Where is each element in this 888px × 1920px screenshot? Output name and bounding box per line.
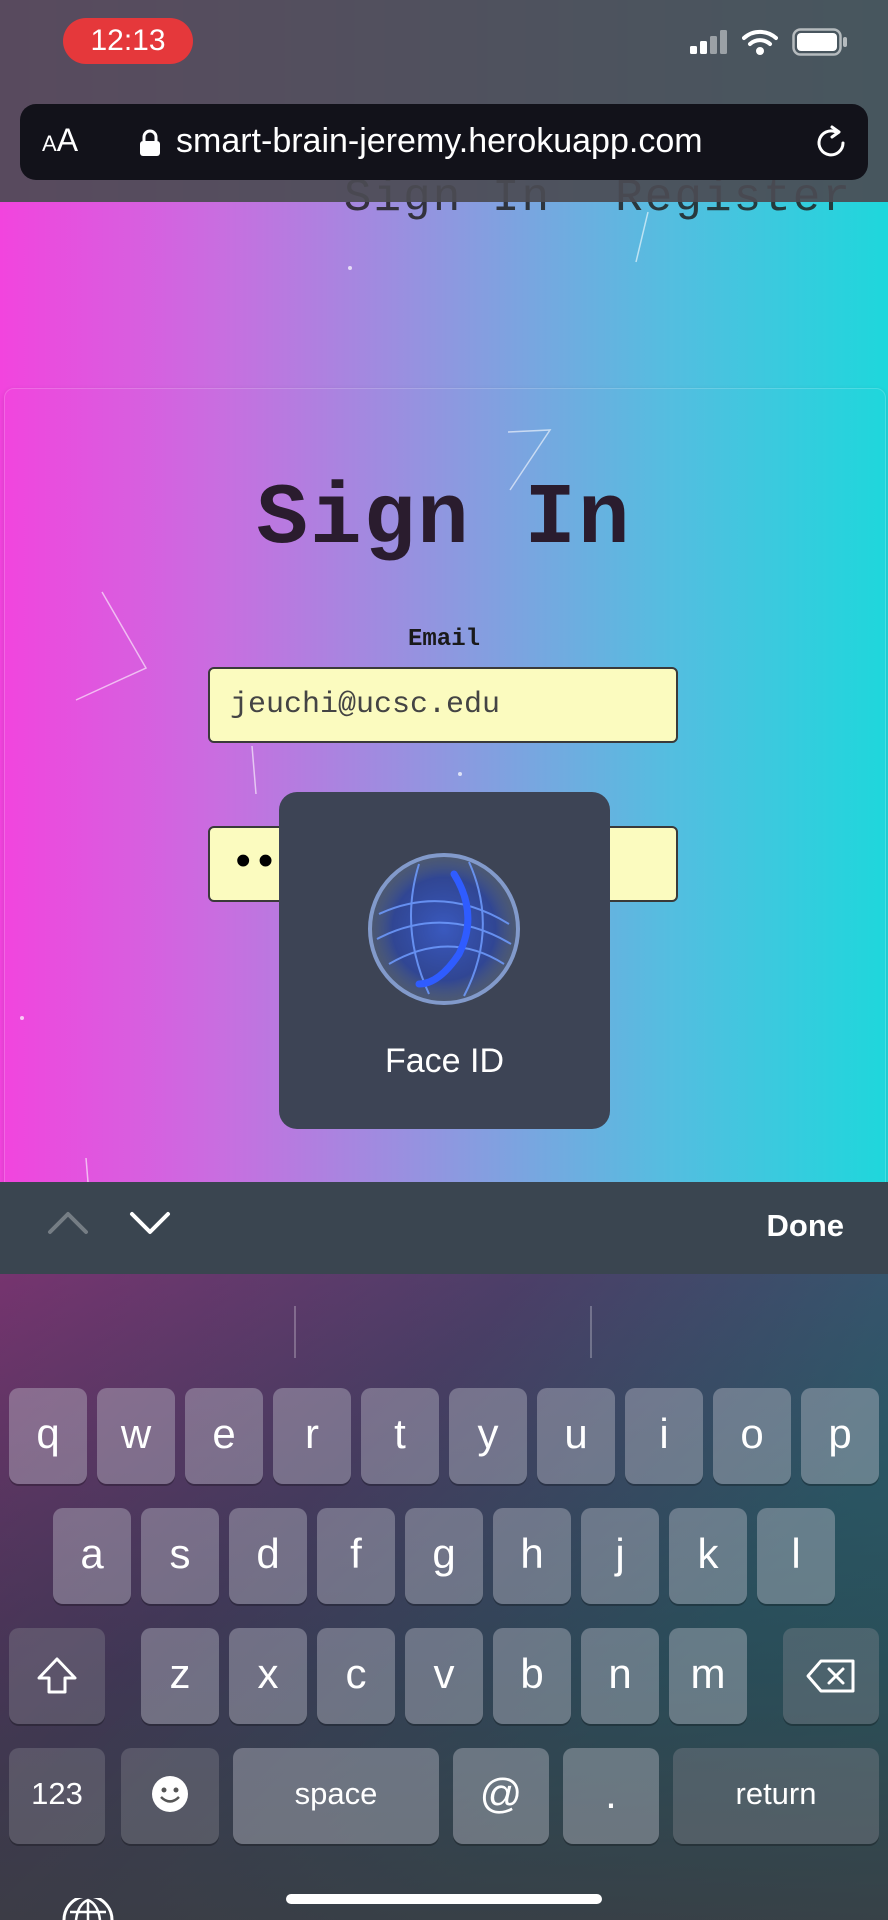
done-button[interactable]: Done bbox=[767, 1208, 845, 1244]
key-f[interactable]: f bbox=[317, 1508, 395, 1604]
key-g[interactable]: g bbox=[405, 1508, 483, 1604]
backspace-icon bbox=[806, 1659, 855, 1693]
key-j[interactable]: j bbox=[581, 1508, 659, 1604]
status-icons bbox=[690, 28, 848, 56]
return-key[interactable]: return bbox=[673, 1748, 879, 1844]
key-p[interactable]: p bbox=[801, 1388, 879, 1484]
shift-icon bbox=[37, 1657, 77, 1694]
chevron-down-icon[interactable] bbox=[126, 1204, 174, 1240]
key-r[interactable]: r bbox=[273, 1388, 351, 1484]
url-text[interactable]: smart-brain-jeremy.herokuapp.com bbox=[176, 122, 703, 161]
key-u[interactable]: u bbox=[537, 1388, 615, 1484]
cellular-signal-icon bbox=[690, 30, 727, 54]
page-title: Sign In bbox=[256, 470, 632, 568]
emoji-key[interactable] bbox=[121, 1748, 219, 1844]
delete-key[interactable] bbox=[783, 1628, 879, 1724]
globe-icon[interactable] bbox=[60, 1898, 116, 1920]
numbers-key[interactable]: 123 bbox=[9, 1748, 105, 1844]
shift-key[interactable] bbox=[9, 1628, 105, 1724]
key-y[interactable]: y bbox=[449, 1388, 527, 1484]
key-w[interactable]: w bbox=[97, 1388, 175, 1484]
email-field[interactable]: jeuchi@ucsc.edu bbox=[208, 667, 678, 743]
faceid-overlay: Face ID bbox=[279, 792, 610, 1129]
key-h[interactable]: h bbox=[493, 1508, 571, 1604]
battery-icon bbox=[792, 28, 847, 56]
address-bar[interactable]: AA smart-brain-jeremy.herokuapp.com bbox=[20, 104, 868, 180]
key-c[interactable]: c bbox=[317, 1628, 395, 1724]
key-n[interactable]: n bbox=[581, 1628, 659, 1724]
key-t[interactable]: t bbox=[361, 1388, 439, 1484]
key-b[interactable]: b bbox=[493, 1628, 571, 1724]
key-d[interactable]: d bbox=[229, 1508, 307, 1604]
keyboard: q w e r t y u i o p a s d f g h j k l z … bbox=[0, 1274, 888, 1920]
dot-key[interactable]: . bbox=[563, 1748, 659, 1844]
key-s[interactable]: s bbox=[141, 1508, 219, 1604]
key-v[interactable]: v bbox=[405, 1628, 483, 1724]
suggestion-divider bbox=[590, 1306, 592, 1358]
at-key[interactable]: @ bbox=[453, 1748, 549, 1844]
wifi-icon bbox=[742, 29, 778, 55]
key-z[interactable]: z bbox=[141, 1628, 219, 1724]
key-i[interactable]: i bbox=[625, 1388, 703, 1484]
key-k[interactable]: k bbox=[669, 1508, 747, 1604]
status-time: 12:13 bbox=[63, 18, 193, 64]
suggestion-divider bbox=[294, 1306, 296, 1358]
email-label: Email bbox=[407, 626, 480, 653]
emoji-icon bbox=[152, 1776, 188, 1812]
faceid-icon bbox=[368, 853, 520, 1005]
key-m[interactable]: m bbox=[669, 1628, 747, 1724]
space-key[interactable]: space bbox=[233, 1748, 439, 1844]
key-x[interactable]: x bbox=[229, 1628, 307, 1724]
reader-settings-button[interactable]: AA bbox=[42, 122, 78, 159]
lock-icon bbox=[140, 129, 160, 156]
key-a[interactable]: a bbox=[53, 1508, 131, 1604]
home-indicator[interactable] bbox=[286, 1894, 602, 1904]
key-l[interactable]: l bbox=[757, 1508, 835, 1604]
faceid-label: Face ID bbox=[384, 1042, 505, 1080]
keyboard-accessory-bar: Done bbox=[0, 1182, 888, 1274]
status-bar: 12:13 bbox=[0, 0, 888, 100]
key-q[interactable]: q bbox=[9, 1388, 87, 1484]
browser-toolbar: AA smart-brain-jeremy.herokuapp.com bbox=[0, 100, 888, 202]
key-e[interactable]: e bbox=[185, 1388, 263, 1484]
chevron-up-icon[interactable] bbox=[44, 1204, 92, 1240]
reload-icon[interactable] bbox=[812, 124, 850, 162]
key-o[interactable]: o bbox=[713, 1388, 791, 1484]
